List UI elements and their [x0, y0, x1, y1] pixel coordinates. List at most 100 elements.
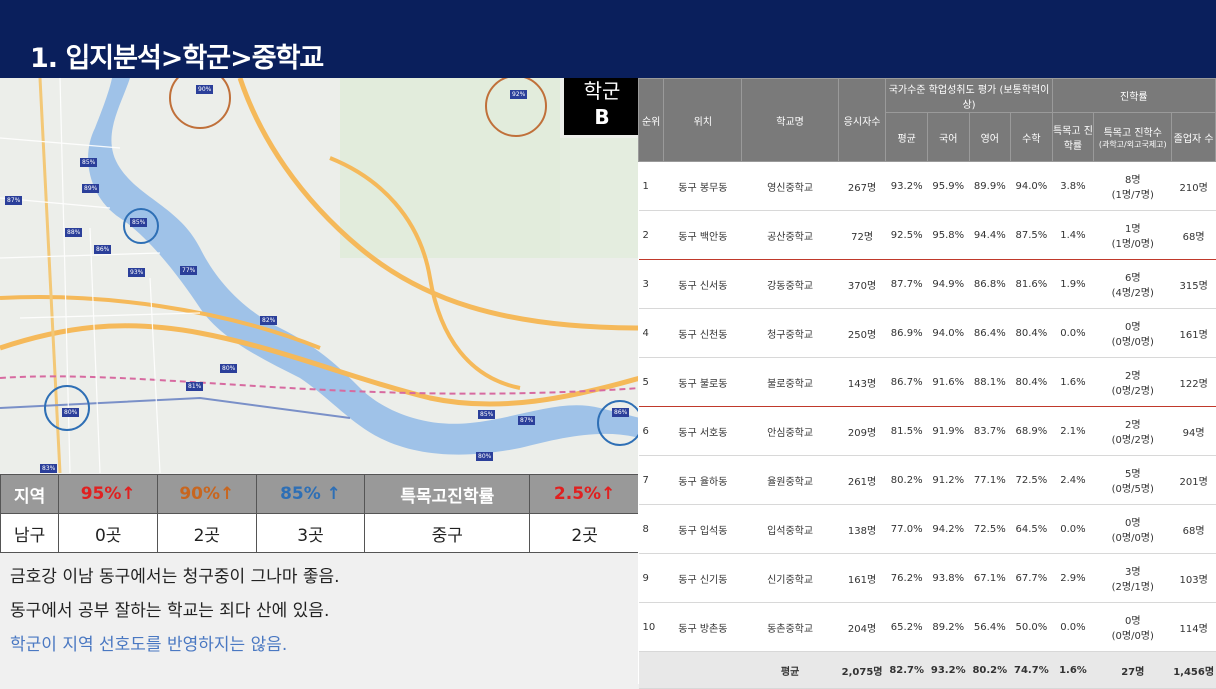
map-marker[interactable]: 85%: [478, 410, 496, 419]
cell-avg: 76.2%: [885, 553, 928, 603]
cell-sc: 6명 (4명/2명): [1093, 259, 1172, 309]
col-avg: 평균: [885, 112, 928, 162]
table-row: 5 동구 불로동 불로중학교 143명 86.7% 91.6% 88.1% 80.4% 1.6%…: [638, 357, 1216, 407]
map-marker[interactable]: 82%: [260, 316, 278, 325]
cell-kor: 94.2%: [927, 504, 970, 554]
cell-school: 공산중학교: [741, 210, 839, 260]
map-marker[interactable]: 80%: [220, 364, 238, 373]
cell-special-count: 1명: [1124, 224, 1141, 235]
cell-avg: 77.0%: [885, 504, 928, 554]
cell-loc: 동구 서호동: [663, 406, 742, 456]
cell-special-count: 0명: [1124, 322, 1141, 333]
col-count: 응시자수: [837, 78, 887, 162]
cell-school: 율원중학교: [741, 455, 839, 505]
cell-kor: 94.0%: [927, 308, 970, 358]
avg-cell-rate: 1.6%: [1052, 651, 1094, 689]
cell-eng: 89.9%: [969, 161, 1011, 211]
cell-rank: 4: [638, 308, 664, 358]
cell-rank: 5: [638, 357, 664, 407]
cell-grads: 210명: [1171, 161, 1216, 211]
cell-avg: 81.5%: [885, 406, 928, 456]
map-marker[interactable]: 87%: [5, 196, 23, 205]
map-marker[interactable]: 81%: [186, 382, 204, 391]
cell-special-count: 2명: [1124, 371, 1141, 382]
table-row: 4 동구 신천동 청구중학교 250명 86.9% 94.0% 86.4% 80.4% 0.0%…: [638, 308, 1216, 358]
cell-special-count: 8명: [1124, 175, 1141, 186]
table-row: 7 동구 율하동 율원중학교 261명 80.2% 91.2% 77.1% 72.5% 2.4%…: [638, 455, 1216, 505]
cell-grads: 103명: [1171, 553, 1216, 603]
map-marker[interactable]: 88%: [65, 228, 83, 237]
map-marker[interactable]: 90%: [196, 85, 214, 94]
map-marker[interactable]: 92%: [510, 90, 528, 99]
stats-header-85: 85% ↑: [255, 474, 366, 514]
map-marker[interactable]: 77%: [180, 266, 198, 275]
col-national: 국가수준 학업성취도 평가 (보통학력이상): [885, 77, 1053, 114]
col-english: 영어: [968, 112, 1012, 162]
cell-count: 204명: [838, 602, 886, 652]
cell-kor: 91.9%: [927, 406, 970, 456]
school-district-map[interactable]: 90% 92% 87% 85% 89% 88% 86% 85% 77% 93% …: [0, 78, 640, 473]
cell-eng: 94.4%: [969, 210, 1011, 260]
col-special-count-label: 특목고 진학수: [1103, 128, 1162, 140]
cell-special-breakdown: (0명/0명): [1111, 631, 1154, 642]
map-marker[interactable]: 86%: [94, 245, 112, 254]
cell-sc: 8명 (1명/7명): [1093, 161, 1172, 211]
cell-count: 161명: [838, 553, 886, 603]
col-graduates: 졸업자 수: [1171, 112, 1216, 162]
cell-grads: 201명: [1171, 455, 1216, 505]
map-marker[interactable]: 93%: [128, 268, 146, 277]
cell-kor: 91.6%: [927, 357, 970, 407]
cell-count: 138명: [838, 504, 886, 554]
cell-special-breakdown: (0명/0명): [1111, 533, 1154, 544]
map-marker[interactable]: 89%: [82, 184, 100, 193]
cell-sc: 2명 (0명/2명): [1093, 357, 1172, 407]
cell-rate: 0.0%: [1052, 504, 1094, 554]
cell-rate: 2.9%: [1052, 553, 1094, 603]
map-marker[interactable]: 83%: [40, 464, 58, 473]
map-marker[interactable]: 80%: [476, 452, 494, 461]
ranking-table-panel: 순위 위치 학교명 응시자수 국가수준 학업성취도 평가 (보통학력이상) 진학…: [637, 77, 1216, 689]
cell-loc: 동구 신천동: [663, 308, 742, 358]
cell-math: 68.9%: [1010, 406, 1053, 456]
stats-value-95: 0곳: [58, 513, 158, 553]
stats-value-row: 남구 0곳 2곳 3곳 중구 2곳: [0, 513, 640, 553]
cell-kor: 94.9%: [927, 259, 970, 309]
cell-eng: 72.5%: [969, 504, 1011, 554]
cell-rank: 8: [638, 504, 664, 554]
map-marker[interactable]: 86%: [612, 408, 630, 417]
cell-special-breakdown: (0명/2명): [1111, 435, 1154, 446]
cell-eng: 86.4%: [969, 308, 1011, 358]
cell-count: 209명: [838, 406, 886, 456]
cell-avg: 92.5%: [885, 210, 928, 260]
cell-eng: 56.4%: [969, 602, 1011, 652]
stats-value-25: 2곳: [529, 513, 640, 553]
map-marker[interactable]: 80%: [62, 408, 80, 417]
cell-eng: 83.7%: [969, 406, 1011, 456]
cell-rate: 1.6%: [1052, 357, 1094, 407]
cell-special-breakdown: (0명/0명): [1111, 337, 1154, 348]
cell-loc: 동구 신서동: [663, 259, 742, 309]
stats-header-95: 95%↑: [58, 474, 158, 514]
cell-special-count: 3명: [1124, 567, 1141, 578]
cell-sc: 3명 (2명/1명): [1093, 553, 1172, 603]
cell-rank: 6: [638, 406, 664, 456]
cell-count: 261명: [838, 455, 886, 505]
map-marker[interactable]: 87%: [518, 416, 536, 425]
col-rank: 순위: [637, 78, 665, 162]
cell-rank: 7: [638, 455, 664, 505]
ranking-header-row-1: 순위 위치 학교명 응시자수 국가수준 학업성취도 평가 (보통학력이상) 진학…: [637, 77, 1216, 162]
cell-special-count: 5명: [1124, 469, 1141, 480]
map-marker[interactable]: 85%: [130, 218, 148, 227]
avg-cell-grads: 1,456명: [1171, 651, 1216, 689]
map-marker[interactable]: 85%: [80, 158, 98, 167]
cell-rank: 3: [638, 259, 664, 309]
col-special-rate: 특목고 진학률: [1051, 112, 1095, 162]
cell-rate: 3.8%: [1052, 161, 1094, 211]
cell-special-count: 0명: [1124, 616, 1141, 627]
stats-header-special: 특목고진학률: [364, 474, 531, 514]
stats-header-region: 지역: [0, 474, 60, 514]
cell-avg: 65.2%: [885, 602, 928, 652]
cell-math: 81.6%: [1010, 259, 1053, 309]
cell-eng: 77.1%: [969, 455, 1011, 505]
cell-math: 64.5%: [1010, 504, 1053, 554]
